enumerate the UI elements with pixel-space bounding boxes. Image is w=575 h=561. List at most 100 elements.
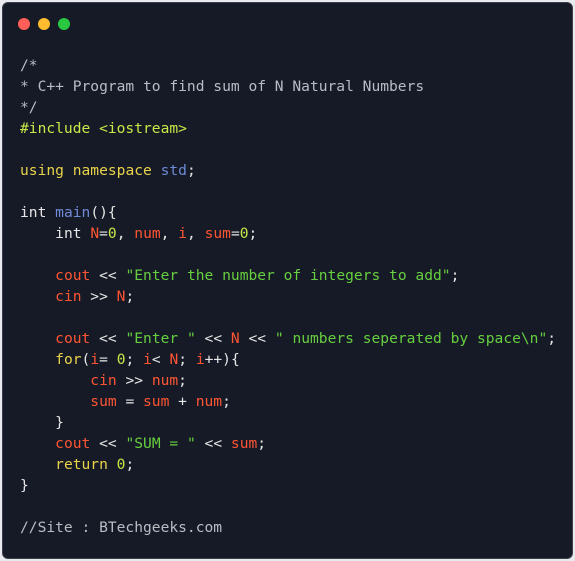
code-token-op: =: [99, 351, 117, 368]
code-line: //Site : BTechgeeks.com: [20, 517, 556, 538]
window-titlebar: [3, 3, 572, 43]
code-token-var: N: [230, 330, 240, 347]
code-token-var: cout: [55, 330, 91, 347]
code-token-punc: ;: [125, 288, 135, 305]
code-token-var: num: [151, 372, 179, 389]
code-token-var: cin: [90, 372, 117, 389]
code-token-op: <<: [90, 330, 126, 347]
code-line: */: [20, 97, 556, 118]
code-token-punc: ;: [125, 456, 135, 473]
code-token-op: >>: [81, 288, 117, 305]
code-token-kw: using: [20, 162, 64, 179]
code-token-var: cout: [55, 435, 91, 452]
code-token-str: "Enter the number of integers to add": [125, 267, 451, 284]
code-token-kw: return: [55, 456, 108, 473]
code-token-comment: //Site : BTechgeeks.com: [20, 519, 223, 536]
code-line: }: [20, 475, 556, 496]
code-line: cin >> num;: [20, 370, 556, 391]
code-line: sum = sum + num;: [20, 391, 556, 412]
code-token-op: <<: [90, 435, 126, 452]
code-line: * C++ Program to find sum of N Natural N…: [20, 76, 556, 97]
code-line: return 0;: [20, 454, 556, 475]
code-token-op: =: [99, 225, 108, 242]
code-line: int N=0, num, i, sum=0;: [20, 223, 556, 244]
code-token-preproc: #include <iostream>: [20, 120, 187, 137]
close-dot-icon[interactable]: [18, 18, 30, 30]
code-token-punc: ;: [222, 393, 231, 410]
code-token-punc: }: [20, 414, 64, 431]
code-line: int main(){: [20, 202, 556, 223]
code-token-var: i: [90, 351, 100, 368]
code-token-var: sum: [90, 393, 117, 410]
code-token-op: +: [169, 393, 196, 410]
code-token-punc: ;: [186, 162, 196, 179]
code-token-var: sum: [143, 393, 170, 410]
code-token-op: =: [230, 225, 240, 242]
code-token-str: "Enter ": [125, 330, 196, 347]
code-token-op: >>: [116, 372, 152, 389]
code-token-comment: /*: [20, 57, 38, 74]
code-token-ns: std: [160, 162, 187, 179]
minimize-dot-icon[interactable]: [38, 18, 50, 30]
code-token-str: " numbers seperated by space\n": [274, 330, 548, 347]
code-token-var: cout: [55, 267, 91, 284]
code-line: cout << "Enter the number of integers to…: [20, 265, 556, 286]
code-token-punc: ;: [178, 351, 196, 368]
code-token-punc: ,: [116, 225, 135, 242]
code-token-punc: ;: [257, 435, 267, 452]
code-token-op: ++){: [204, 351, 240, 368]
code-token-num: 0: [107, 225, 117, 242]
code-token-op: <<: [195, 330, 231, 347]
code-token-kw: namespace: [72, 162, 152, 179]
code-token-var: N: [90, 225, 100, 242]
code-block: /* * C++ Program to find sum of N Natural…: [20, 55, 556, 538]
code-token-op: <<: [90, 267, 126, 284]
code-token-comment: */: [20, 99, 38, 116]
code-line: }: [20, 412, 556, 433]
code-token-kw: for: [55, 351, 82, 368]
code-token-op: =: [116, 393, 144, 410]
code-token-var: num: [134, 225, 161, 242]
code-token-type: int: [55, 225, 82, 242]
code-token-punc: ;: [547, 330, 557, 347]
code-line: cout << "SUM = " << sum;: [20, 433, 556, 454]
code-token-var: sum: [230, 435, 258, 452]
code-token-punc: (: [81, 351, 91, 368]
code-line: /*: [20, 55, 556, 76]
code-token-op: <<: [239, 330, 275, 347]
code-token-punc: ,: [160, 225, 179, 242]
code-token-var: sum: [204, 225, 231, 242]
code-token-type: int: [20, 204, 47, 221]
code-token-fn: main: [55, 204, 91, 221]
code-token-comment: * C++ Program to find sum of N Natural N…: [20, 78, 425, 95]
code-token-punc: (){: [90, 204, 117, 221]
code-token-op: <: [151, 351, 170, 368]
zoom-dot-icon[interactable]: [58, 18, 70, 30]
code-line: cin >> N;: [20, 286, 556, 307]
code-token-punc: ,: [187, 225, 205, 242]
code-token-var: i: [178, 225, 188, 242]
code-token-var: num: [195, 393, 223, 410]
code-window: /* * C++ Program to find sum of N Natural…: [2, 2, 573, 559]
code-token-punc: ;: [125, 351, 144, 368]
code-token-var: i: [195, 351, 205, 368]
code-line: for(i= 0; i< N; i++){: [20, 349, 556, 370]
code-token-punc: ;: [178, 372, 187, 389]
code-line: using namespace std;: [20, 160, 556, 181]
